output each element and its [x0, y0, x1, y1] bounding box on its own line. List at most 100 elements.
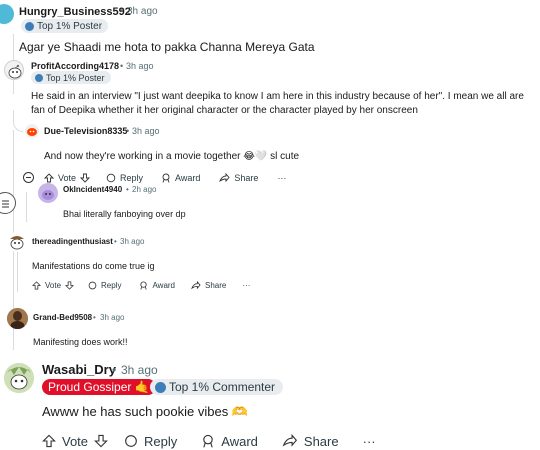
snoo-avatar-icon: [4, 363, 34, 393]
comment-username[interactable]: OkIncident4940: [63, 185, 122, 194]
avatar[interactable]: [25, 124, 39, 138]
comment-username[interactable]: ProfitAccording4178: [31, 61, 119, 71]
comment-text: Manifesting does work!!: [33, 337, 128, 347]
award-label: Award: [152, 281, 175, 290]
vote-control: Vote: [32, 281, 75, 290]
comment-text: Manifestations do come true ig: [32, 261, 155, 271]
snoo-avatar-icon: [10, 236, 24, 250]
thread-line: [26, 192, 27, 222]
more-options-button[interactable]: ···: [242, 281, 250, 290]
comment-bubble-icon: [125, 435, 137, 447]
comment-username[interactable]: Grand-Bed9508: [33, 313, 92, 322]
comment-text: Agar ye Shaadi me hota to pakka Channa M…: [19, 40, 315, 54]
flair-label: Top 1% Commenter: [169, 380, 276, 394]
thread-line: [17, 252, 18, 292]
comment-time: 3h ago: [132, 126, 160, 136]
more-options-icon: ···: [242, 281, 251, 290]
avatar[interactable]: [4, 60, 24, 80]
more-options-button[interactable]: ···: [277, 173, 286, 183]
snoo-avatar-icon: [27, 128, 37, 136]
upvote-icon[interactable]: [42, 434, 56, 448]
comment-text: And now they're working in a movie toget…: [44, 151, 300, 162]
vote-label: Vote: [62, 433, 89, 449]
avatar[interactable]: [4, 363, 34, 393]
comment-text: He said in an interview "I just want dee…: [31, 91, 524, 116]
award-button[interactable]: Award: [201, 434, 258, 449]
vote-control: Vote: [42, 434, 108, 449]
flair-label: Top 1% Poster: [46, 72, 105, 83]
award-icon: [162, 173, 170, 183]
more-options-icon: ···: [277, 173, 287, 183]
reply-label: Reply: [120, 173, 144, 183]
comment-actions: Vote Reply Award Share ···: [42, 433, 376, 449]
comment-time: 3h ago: [121, 363, 158, 377]
comment-username[interactable]: Hungry_Business592: [19, 6, 131, 18]
comment-time: 3h ago: [100, 313, 125, 322]
snoo-avatar-icon: [8, 64, 22, 79]
minus-icon: [26, 177, 31, 178]
share-label: Share: [234, 173, 259, 183]
vote-label: Vote: [45, 281, 62, 290]
flair-label: Top 1% Poster: [37, 20, 103, 32]
comment-actions: Vote Reply Award Share ···: [32, 280, 250, 291]
snoo-avatar-icon: [42, 190, 54, 200]
share-button[interactable]: Share: [219, 173, 258, 183]
comment-time: 3h ago: [120, 237, 145, 246]
sidebar-toggle-button[interactable]: [0, 192, 16, 214]
share-icon: [191, 281, 201, 290]
comment-text: Bhai literally fanboying over dp: [63, 209, 186, 219]
user-flair: Top 1% Commenter: [150, 379, 284, 395]
comment-time: 3h ago: [127, 6, 158, 17]
vote-control: Vote: [44, 173, 91, 183]
comment-separator: •: [114, 237, 117, 246]
comment-separator: •: [126, 126, 130, 136]
upvote-icon[interactable]: [44, 173, 54, 183]
avatar[interactable]: [7, 308, 28, 329]
avatar[interactable]: [38, 183, 58, 203]
upvote-icon[interactable]: [32, 281, 41, 290]
comment-actions: Vote Reply Award Share ···: [44, 172, 286, 184]
avatar[interactable]: [0, 4, 14, 24]
downvote-icon[interactable]: [94, 434, 108, 448]
share-label: Share: [205, 281, 227, 290]
user-flair: Top 1% Poster: [21, 19, 109, 33]
share-button[interactable]: Share: [282, 434, 339, 449]
award-button[interactable]: Award: [161, 173, 200, 183]
award-label: Award: [221, 433, 258, 449]
comment-time: 3h ago: [126, 61, 154, 71]
collapse-button[interactable]: [23, 172, 34, 183]
comment-separator: •: [120, 6, 124, 17]
award-label: Award: [175, 173, 201, 183]
flair-icon: [155, 381, 166, 393]
flair-icon: [35, 73, 43, 82]
comment-bubble-icon: [88, 281, 97, 290]
flair-label: Proud Gossiper 🤙: [48, 380, 150, 394]
user-flair: Top 1% Poster: [31, 71, 111, 84]
reply-button[interactable]: Reply: [106, 173, 143, 183]
award-icon: [140, 281, 148, 290]
comment-separator: •: [126, 185, 129, 194]
share-icon: [282, 434, 297, 447]
share-label: Share: [303, 433, 339, 449]
avatar[interactable]: [7, 232, 27, 252]
reply-button[interactable]: Reply: [124, 434, 177, 449]
downvote-icon[interactable]: [65, 281, 75, 290]
comment-time: 2h ago: [132, 185, 157, 194]
menu-icon: [2, 200, 9, 208]
comment-bubble-icon: [106, 173, 116, 183]
comment-username[interactable]: Due-Television8335: [44, 126, 127, 136]
comment-separator: •: [93, 313, 96, 322]
reply-button[interactable]: Reply: [88, 281, 121, 290]
comment-username[interactable]: thereadingenthusiast: [32, 237, 113, 246]
comment-separator: •: [112, 363, 117, 377]
share-icon: [219, 173, 230, 183]
user-flair-proud-gossiper: Proud Gossiper 🤙: [42, 379, 156, 395]
flair-icon: [25, 21, 34, 31]
downvote-icon[interactable]: [80, 173, 91, 183]
award-button[interactable]: Award: [139, 281, 175, 290]
reply-label: Reply: [144, 433, 178, 449]
comment-text: Awww he has such pookie vibes 🫶: [42, 404, 248, 419]
more-options-button[interactable]: ···: [363, 434, 376, 449]
comment-username[interactable]: Wasabi_Dry: [42, 362, 116, 377]
share-button[interactable]: Share: [191, 281, 226, 290]
